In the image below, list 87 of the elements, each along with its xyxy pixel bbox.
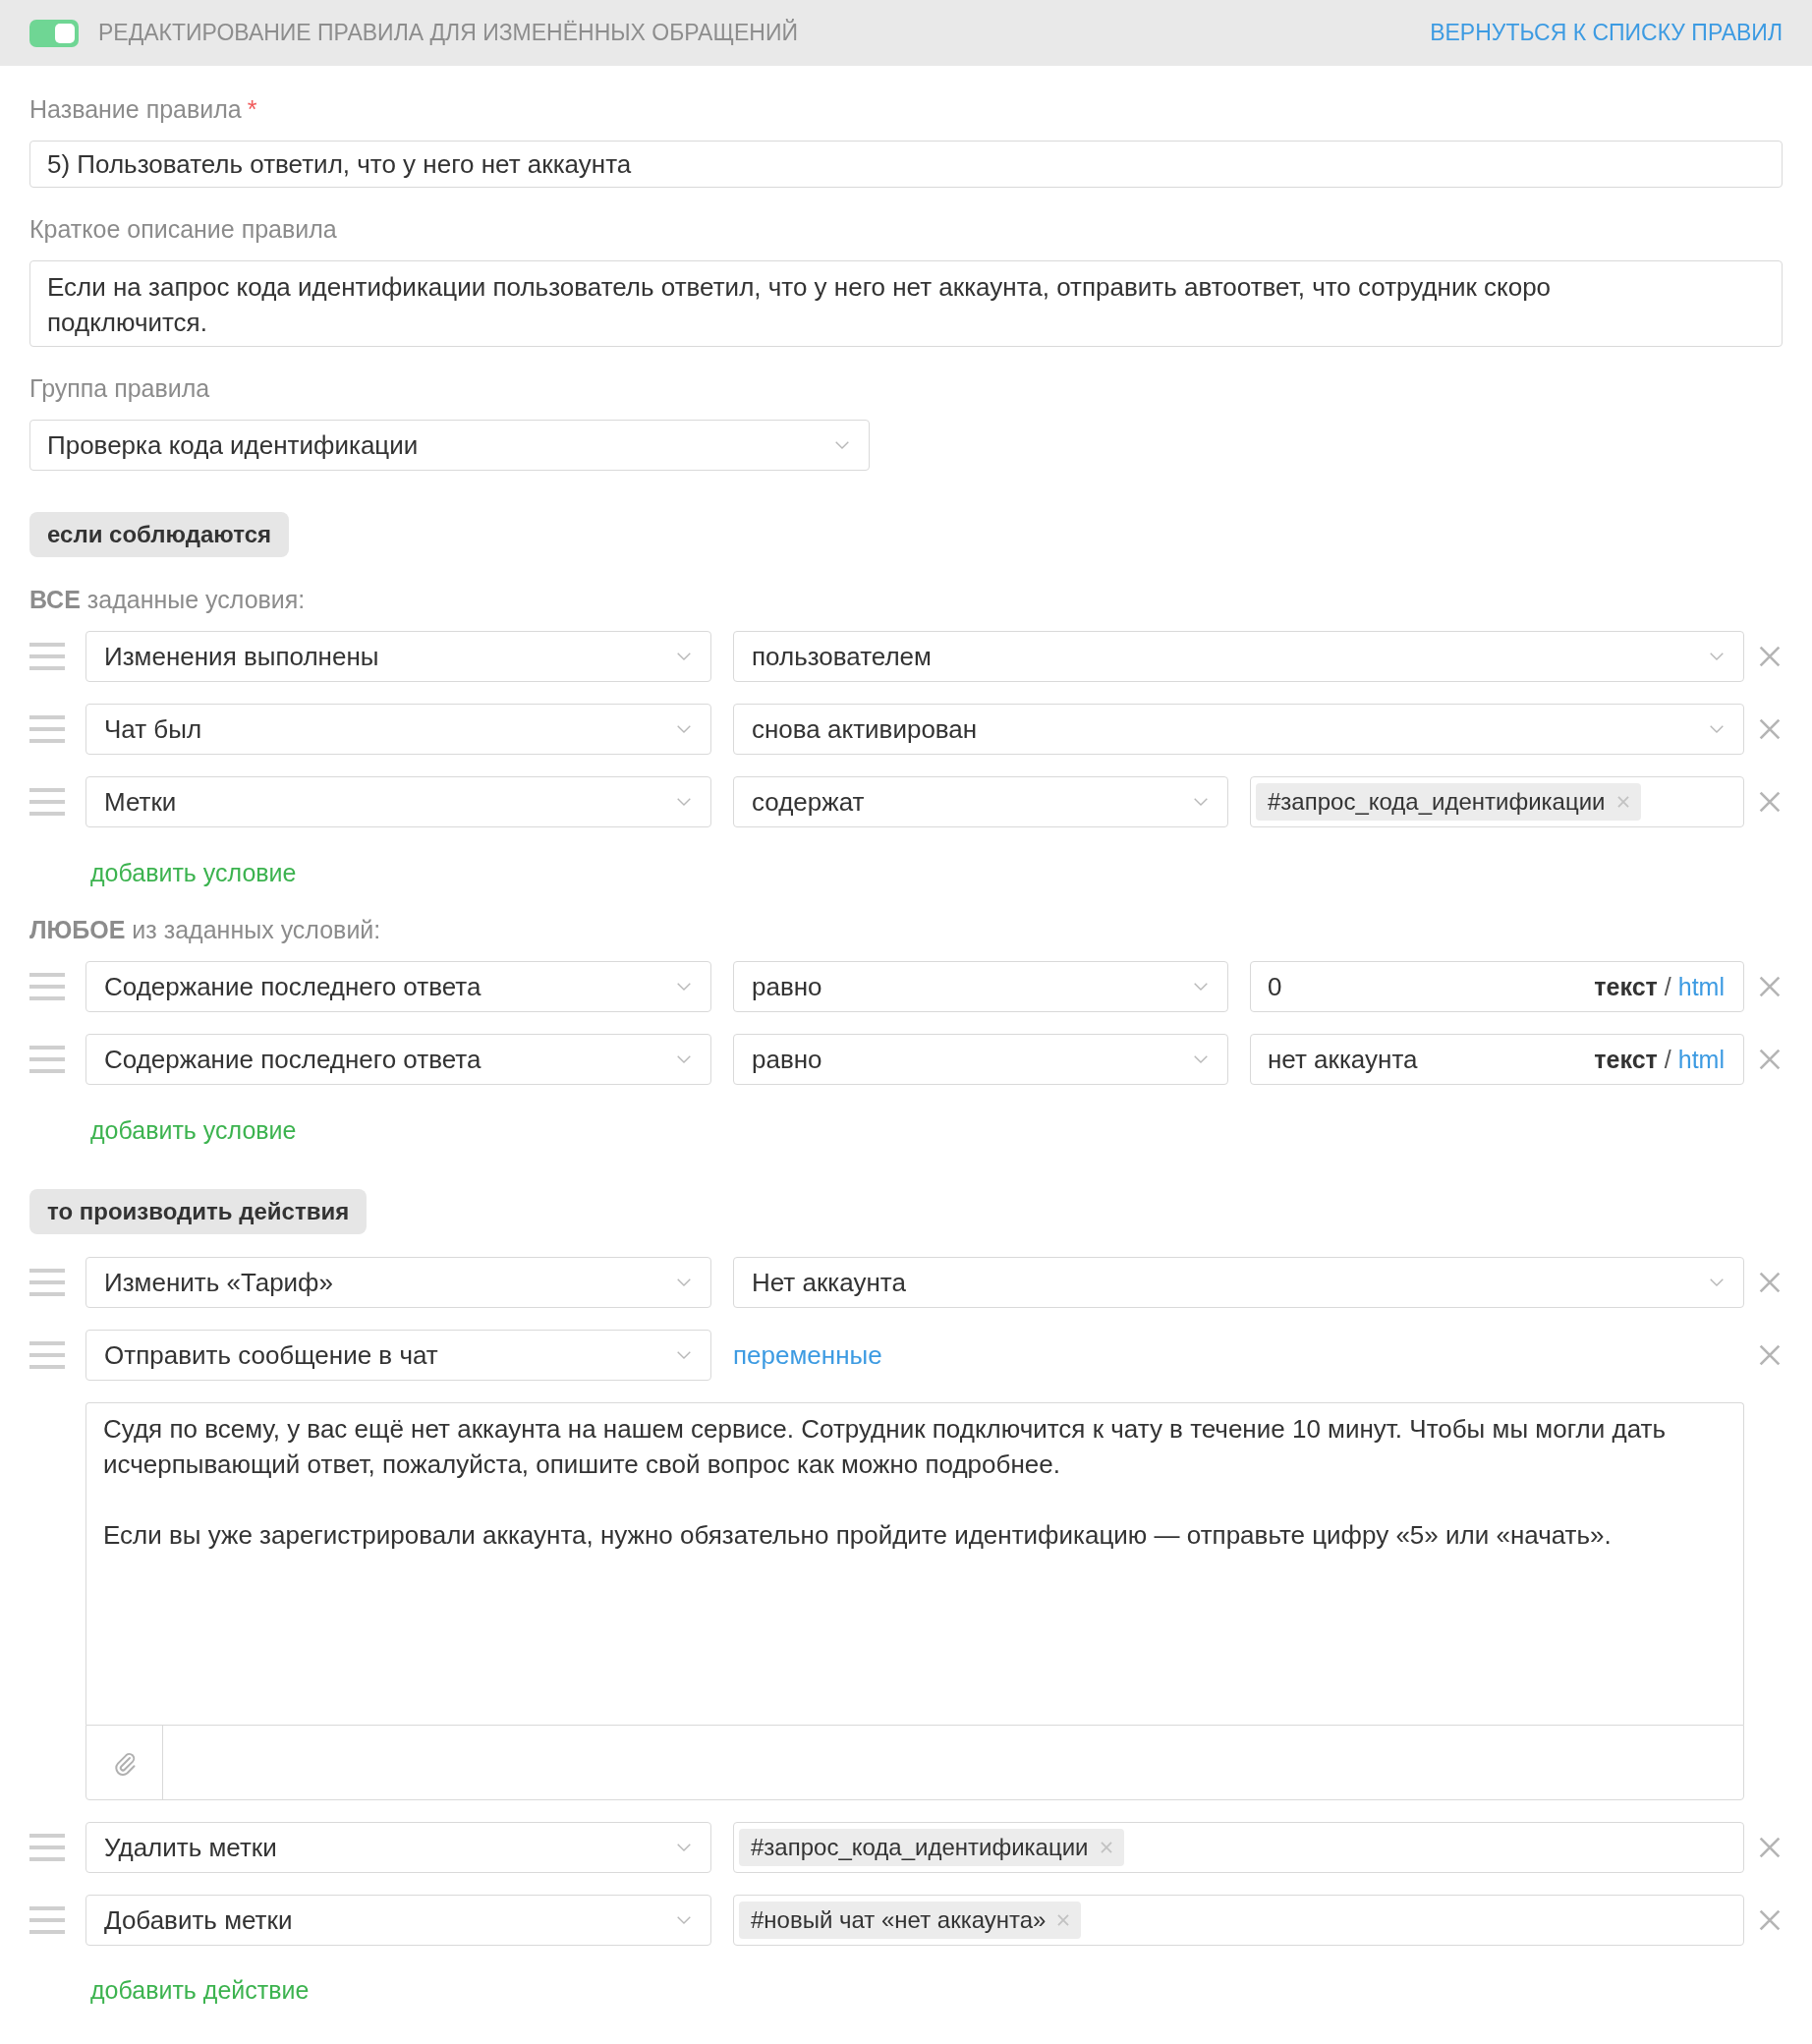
close-icon (1759, 718, 1781, 740)
dropdown[interactable]: Содержание последнего ответа (85, 961, 711, 1012)
dropdown[interactable]: Удалить метки (85, 1822, 711, 1873)
chevron-down-icon (1710, 653, 1724, 660)
dropdown[interactable]: Отправить сообщение в чат (85, 1330, 711, 1381)
chevron-down-icon (677, 798, 691, 806)
chevron-down-icon (677, 1278, 691, 1286)
dropdown[interactable]: Проверка кода идентификации (29, 420, 870, 471)
drag-handle-icon[interactable] (29, 1046, 65, 1073)
drag-handle-icon[interactable] (29, 1834, 65, 1861)
page-title: РЕДАКТИРОВАНИЕ ПРАВИЛА ДЛЯ ИЗМЕНЁННЫХ ОБРАЩЕНИЙ (98, 20, 799, 46)
tags-field[interactable]: #новый чат «нет аккаунта» (733, 1895, 1744, 1946)
format-option[interactable]: текст (1594, 1045, 1658, 1074)
drag-handle-icon[interactable] (29, 973, 65, 1000)
remove-button[interactable] (1757, 1342, 1783, 1368)
drag-handle-icon[interactable] (29, 788, 65, 816)
remove-button[interactable] (1757, 1907, 1783, 1933)
value-field[interactable]: 0 текст / html (1250, 961, 1744, 1012)
close-icon (1759, 1344, 1781, 1366)
conditions-label: ЛЮБОЕ из заданных условий: (29, 915, 382, 944)
chevron-down-icon (1194, 798, 1208, 806)
dropdown[interactable]: Изменить «Тариф» (85, 1257, 711, 1308)
section-heading: если соблюдаются (29, 512, 289, 557)
chevron-down-icon (1194, 1055, 1208, 1063)
dropdown[interactable]: Добавить метки (85, 1895, 711, 1946)
chevron-down-icon (677, 1351, 691, 1359)
remove-button[interactable] (1757, 1835, 1783, 1860)
chevron-down-icon (1194, 983, 1208, 991)
conditions-label: ВСЕ заданные условия: (29, 585, 307, 614)
chevron-down-icon (677, 983, 691, 991)
dropdown[interactable]: содержат (733, 776, 1228, 827)
chevron-down-icon (1710, 1278, 1724, 1286)
close-icon (1759, 1049, 1781, 1070)
separator-text: / (1664, 972, 1671, 1001)
chevron-down-icon (677, 725, 691, 733)
required-mark: * (247, 94, 257, 124)
remove-button[interactable] (1757, 789, 1783, 815)
drag-handle-icon[interactable] (29, 715, 65, 743)
chevron-down-icon (835, 441, 849, 449)
field-label: Краткое описание правила (29, 214, 337, 244)
dropdown[interactable]: Метки (85, 776, 711, 827)
tags-field[interactable]: #запрос_кода_идентификации (733, 1822, 1744, 1873)
dropdown[interactable]: снова активирован (733, 704, 1744, 755)
format-option[interactable]: текст (1594, 972, 1658, 1001)
drag-handle-icon[interactable] (29, 1269, 65, 1296)
remove-tag-icon[interactable] (1057, 1914, 1070, 1926)
chevron-down-icon (677, 1055, 691, 1063)
close-icon (1759, 1272, 1781, 1293)
remove-button[interactable] (1757, 716, 1783, 742)
remove-button[interactable] (1757, 1047, 1783, 1072)
dropdown[interactable]: равно (733, 1034, 1228, 1085)
section-heading: то производить действия (29, 1189, 368, 1234)
toggle-switch[interactable] (29, 19, 79, 47)
message-field[interactable]: Судя по всему, у вас ещё нет аккаунта на нашем сервисе. Сотрудник подключится к чату в течение 10 минут. Чтобы мы могли дать исчерпывающий ответ, пожалуйста, опишите свой вопрос как можно подробнее. Если вы уже зарегистрировали аккаунта, нужно обязательно пройдите идентификацию — отправьте цифру «5» или «начать». (85, 1402, 1744, 1725)
dropdown[interactable]: Содержание последнего ответа (85, 1034, 711, 1085)
close-icon (1759, 1837, 1781, 1858)
chevron-down-icon (1710, 725, 1724, 733)
remove-button[interactable] (1757, 974, 1783, 999)
remove-button[interactable] (1757, 1270, 1783, 1295)
field-label: Группа правила (29, 373, 210, 403)
close-icon (1759, 1909, 1781, 1931)
tag-chip: #запрос_кода_идентификации (1256, 783, 1641, 821)
textarea-field[interactable]: Если на запрос кода идентификации пользователь ответил, что у него нет аккаунта, отправить автоответ, что сотрудник скоро подключится. (29, 260, 1783, 347)
drag-handle-icon[interactable] (29, 643, 65, 670)
close-icon (1759, 791, 1781, 813)
drag-handle-icon[interactable] (29, 1341, 65, 1369)
value-field[interactable]: нет аккаунта текст / html (1250, 1034, 1744, 1085)
close-icon (1759, 646, 1781, 667)
dropdown[interactable]: Чат был (85, 704, 711, 755)
remove-tag-icon[interactable] (1616, 796, 1629, 808)
text-input[interactable]: 5) Пользователь ответил, что у него нет аккаунта (29, 141, 1783, 188)
separator-text: / (1664, 1045, 1671, 1074)
dropdown[interactable]: Нет аккаунта (733, 1257, 1744, 1308)
dropdown[interactable]: Изменения выполнены (85, 631, 711, 682)
field-label: Название правила (29, 94, 242, 124)
dropdown[interactable]: равно (733, 961, 1228, 1012)
chevron-down-icon (677, 1916, 691, 1924)
remove-button[interactable] (1757, 644, 1783, 669)
close-icon (1759, 976, 1781, 997)
tag-chip: #запрос_кода_идентификации (739, 1829, 1124, 1866)
chevron-down-icon (677, 653, 691, 660)
tag-chip: #новый чат «нет аккаунта» (739, 1902, 1082, 1939)
dropdown[interactable]: пользователем (733, 631, 1744, 682)
tags-field[interactable]: #запрос_кода_идентификации (1250, 776, 1744, 827)
drag-handle-icon[interactable] (29, 1906, 65, 1934)
remove-tag-icon[interactable] (1100, 1842, 1112, 1853)
chevron-down-icon (677, 1844, 691, 1851)
